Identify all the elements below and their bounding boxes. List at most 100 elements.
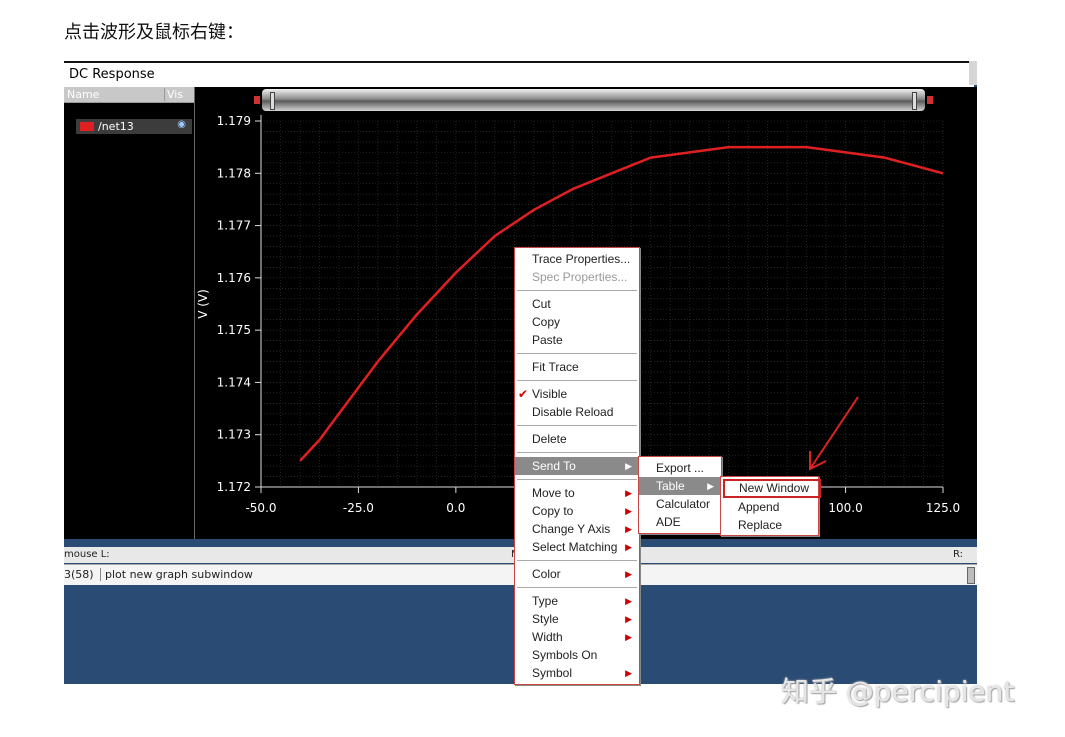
- window-title: DC Response: [64, 61, 974, 87]
- submenu-arrow-icon: ▶: [625, 614, 632, 624]
- context-menu-separator: [517, 353, 637, 354]
- send-to-item-label: Table: [656, 479, 685, 493]
- scroll-left-arrow[interactable]: [254, 96, 260, 104]
- page-caption: 点击波形及鼠标右键：: [64, 22, 244, 43]
- table-item-replace[interactable]: Replace: [721, 516, 818, 534]
- context-menu-item-paste[interactable]: Paste: [515, 331, 639, 349]
- send-to-submenu: Export ... Table ▶ Calculator ADE: [638, 456, 722, 534]
- context-menu-item-symbols-on[interactable]: Symbols On: [515, 646, 639, 664]
- context-menu-item-label: Type: [532, 594, 559, 608]
- context-menu-separator: [517, 380, 637, 381]
- context-menu-item-copy[interactable]: Copy: [515, 313, 639, 331]
- mouse-left-label: mouse L:: [64, 549, 110, 560]
- send-to-item-ade[interactable]: ADE: [639, 513, 721, 531]
- context-menu-separator: [517, 587, 637, 588]
- send-to-item-table[interactable]: Table ▶: [639, 477, 721, 495]
- annotation-arrow-shaft: [809, 396, 859, 470]
- titlebar-edge: [969, 61, 977, 85]
- send-to-item-calculator[interactable]: Calculator: [639, 495, 721, 513]
- table-item-label: New Window: [723, 479, 822, 498]
- trace-label: /net13: [98, 120, 134, 133]
- context-menu-item-trace-properties[interactable]: Trace Properties...: [515, 250, 639, 268]
- submenu-arrow-icon: ▶: [625, 668, 632, 678]
- send-to-item-label: ADE: [656, 515, 681, 529]
- y-axis-label: V (V): [196, 289, 210, 319]
- submenu-arrow-icon: ▶: [625, 632, 632, 642]
- context-menu-item-label: Delete: [532, 432, 567, 446]
- context-menu-item-disable-reload[interactable]: Disable Reload: [515, 403, 639, 421]
- context-menu-item-cut[interactable]: Cut: [515, 295, 639, 313]
- y-tick-label: 1.178: [217, 166, 251, 180]
- table-item-append[interactable]: Append: [721, 498, 818, 516]
- scroll-right-arrow[interactable]: [927, 96, 933, 104]
- scroll-handle-right[interactable]: [912, 92, 917, 110]
- context-menu-item-label: Color: [532, 567, 561, 581]
- trace-panel-header: Name Vis: [64, 87, 194, 103]
- context-menu-item-label: Change Y Axis: [532, 522, 611, 536]
- context-menu-item-select-matching[interactable]: Select Matching ▶: [515, 538, 639, 556]
- y-tick-label: 1.173: [217, 428, 251, 442]
- context-menu-item-delete[interactable]: Delete: [515, 430, 639, 448]
- context-menu-item-send-to[interactable]: Send To ▶: [515, 457, 639, 475]
- x-tick-label: -50.0: [245, 501, 276, 515]
- context-menu-separator: [517, 425, 637, 426]
- watermark: 知乎 @percipient: [781, 675, 1015, 708]
- message-text: plot new graph subwindow: [105, 568, 253, 581]
- context-menu-item-label: Symbol: [532, 666, 573, 680]
- y-tick-label: 1.179: [217, 114, 251, 128]
- context-menu-item-label: Select Matching: [532, 540, 618, 554]
- table-item-label: Replace: [738, 518, 783, 532]
- context-menu-item-label: Disable Reload: [532, 405, 614, 419]
- submenu-arrow-icon: ▶: [625, 461, 632, 471]
- message-scroll[interactable]: [967, 567, 975, 584]
- trace-color-swatch: [80, 122, 94, 131]
- send-to-item-label: Calculator: [656, 497, 711, 511]
- table-item-new-window[interactable]: New Window: [723, 479, 822, 498]
- submenu-arrow-icon: ▶: [707, 481, 714, 491]
- send-to-item-label: Export ...: [656, 461, 705, 475]
- context-menu-item-label: Copy to: [532, 504, 574, 518]
- x-tick-label: -25.0: [343, 501, 374, 515]
- submenu-arrow-icon: ▶: [625, 542, 632, 552]
- context-menu-item-spec-properties: Spec Properties...: [515, 268, 639, 286]
- context-menu-item-label: Copy: [532, 315, 561, 329]
- window-title-text: DC Response: [69, 67, 155, 82]
- submenu-arrow-icon: ▶: [625, 488, 632, 498]
- context-menu-item-visible[interactable]: ✔ Visible: [515, 385, 639, 403]
- x-tick-label: 100.0: [828, 501, 862, 515]
- context-menu-item-fit-trace[interactable]: Fit Trace: [515, 358, 639, 376]
- y-tick-label: 1.176: [217, 271, 251, 285]
- submenu-arrow-icon: ▶: [625, 569, 632, 579]
- table-submenu: New Window Append Replace: [720, 476, 822, 536]
- context-menu-item-label: Spec Properties...: [532, 270, 628, 284]
- column-name-header[interactable]: Name: [67, 88, 99, 101]
- context-menu-item-type[interactable]: Type ▶: [515, 592, 639, 610]
- context-menu-item-label: Trace Properties...: [532, 252, 631, 266]
- context-menu-item-change-y-axis[interactable]: Change Y Axis ▶: [515, 520, 639, 538]
- x-scrollbar[interactable]: [254, 89, 933, 111]
- context-menu-item-width[interactable]: Width ▶: [515, 628, 639, 646]
- y-tick-label: 1.172: [217, 480, 251, 494]
- eye-icon[interactable]: ◉: [177, 119, 186, 130]
- context-menu-item-label: Visible: [532, 387, 568, 401]
- context-menu-item-label: Symbols On: [532, 648, 598, 662]
- context-menu-item-label: Move to: [532, 486, 575, 500]
- context-menu-item-copy-to[interactable]: Copy to ▶: [515, 502, 639, 520]
- column-vis-header[interactable]: Vis: [164, 88, 183, 101]
- context-menu-item-color[interactable]: Color ▶: [515, 565, 639, 583]
- message-index: 3(58): [64, 568, 101, 581]
- context-menu-separator: [517, 479, 637, 480]
- scroll-handle-left[interactable]: [270, 92, 275, 110]
- y-tick-label: 1.177: [217, 219, 251, 233]
- context-menu-item-symbol[interactable]: Symbol ▶: [515, 664, 639, 682]
- y-tick-label: 1.174: [217, 375, 251, 389]
- context-menu-item-move-to[interactable]: Move to ▶: [515, 484, 639, 502]
- trace-panel: Name Vis /net13 ◉: [64, 87, 194, 539]
- send-to-item-export[interactable]: Export ...: [639, 459, 721, 477]
- submenu-arrow-icon: ▶: [625, 596, 632, 606]
- submenu-arrow-icon: ▶: [625, 524, 632, 534]
- trace-row-net13[interactable]: /net13 ◉: [76, 119, 192, 134]
- table-item-label: Append: [738, 500, 780, 514]
- x-tick-label: 0.0: [446, 501, 465, 515]
- context-menu-item-style[interactable]: Style ▶: [515, 610, 639, 628]
